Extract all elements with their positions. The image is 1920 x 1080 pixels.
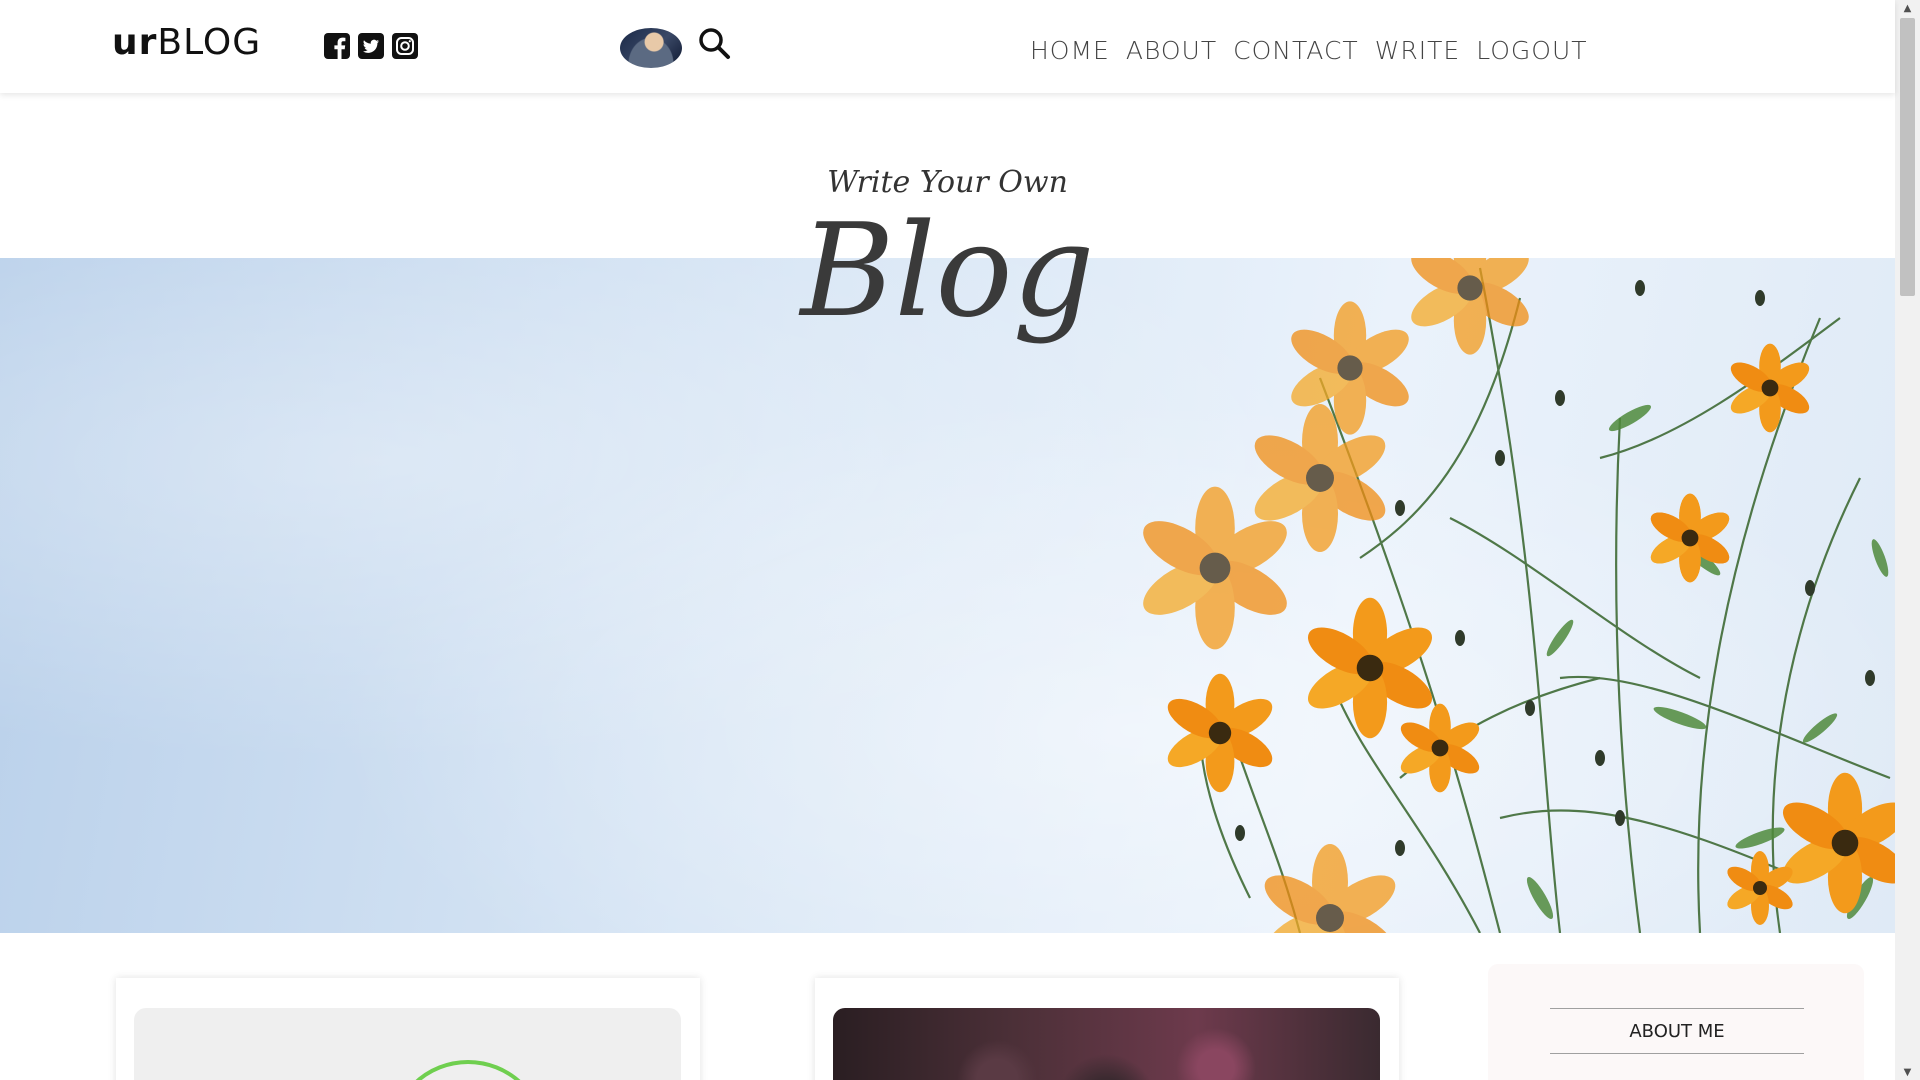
social-links bbox=[323, 32, 419, 60]
nav-contact-link[interactable]: CONTACT bbox=[1233, 36, 1359, 65]
post-card[interactable] bbox=[116, 978, 700, 1080]
hero-subtitle: Write Your Own bbox=[827, 165, 1068, 200]
facebook-square-icon[interactable] bbox=[323, 32, 351, 60]
main-nav: HOME ABOUT CONTACT WRITE LOGOUT bbox=[1030, 36, 1588, 65]
nav-write-link[interactable]: WRITE bbox=[1375, 36, 1461, 65]
user-avatar[interactable] bbox=[620, 28, 682, 68]
hero-image bbox=[0, 258, 1895, 933]
scroll-up-arrow-icon[interactable]: ▲ bbox=[1895, 0, 1920, 16]
search-icon[interactable] bbox=[697, 26, 731, 60]
hero-title: Blog bbox=[800, 197, 1095, 346]
twitter-square-icon[interactable] bbox=[357, 32, 385, 60]
instagram-icon[interactable] bbox=[391, 32, 419, 60]
post-card[interactable] bbox=[815, 978, 1399, 1080]
logo-prefix: ur bbox=[112, 22, 158, 63]
scroll-down-arrow-icon[interactable]: ▼ bbox=[1895, 1064, 1920, 1080]
scrollbar-thumb[interactable] bbox=[1900, 18, 1915, 296]
hero-titles: Write Your Own Blog bbox=[0, 165, 1895, 342]
nav-about-link[interactable]: ABOUT bbox=[1126, 36, 1217, 65]
flower-illustration bbox=[1134, 258, 1895, 933]
nav-home-link[interactable]: HOME bbox=[1030, 36, 1110, 65]
top-navbar: urBLOG HOME ABOUT CONTACT WRITE LOGOUT bbox=[0, 0, 1895, 93]
logo-suffix: BLOG bbox=[157, 22, 262, 63]
sidebar: ABOUT ME bbox=[1488, 964, 1864, 1080]
post-image[interactable] bbox=[833, 1008, 1380, 1080]
site-logo[interactable]: urBLOG bbox=[112, 22, 261, 63]
nav-logout-link[interactable]: LOGOUT bbox=[1476, 36, 1587, 65]
sidebar-title: ABOUT ME bbox=[1550, 1008, 1804, 1054]
page-scrollbar[interactable]: ▲ ▼ bbox=[1895, 0, 1920, 1080]
post-image[interactable] bbox=[134, 1008, 681, 1080]
